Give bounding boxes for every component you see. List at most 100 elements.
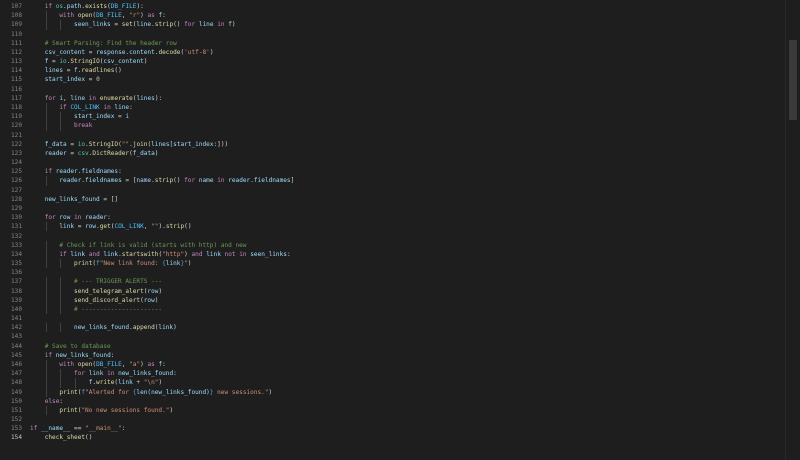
code-line[interactable]: f = io.StringIO(csv_content) — [30, 57, 784, 66]
line-number: 152 — [10, 416, 22, 424]
indent-guide — [45, 295, 47, 305]
code-line[interactable]: with open(DB_FILE, "r") as f: — [30, 11, 784, 20]
code-line[interactable]: link = row.get(COL_LINK, "").strip() — [30, 222, 784, 231]
code-line[interactable]: new_links_found.append(link) — [30, 323, 784, 332]
line-number: 132 — [10, 232, 22, 240]
code-line[interactable]: reader = csv.DictReader(f_data) — [30, 149, 784, 158]
code-line[interactable]: if COL_LINK in line: — [30, 103, 784, 112]
code-line[interactable]: for link in new_links_found: — [30, 369, 784, 378]
line-number: 123 — [10, 149, 22, 157]
code-line[interactable]: for row in reader: — [30, 213, 784, 222]
indent-guide — [45, 240, 47, 250]
line-number: 149 — [10, 388, 22, 396]
code-line[interactable]: check_sheet() — [30, 433, 784, 442]
code-line[interactable]: print(f"Alerted for {len(new_links_found… — [30, 388, 784, 397]
code-line[interactable]: with open(DB_FILE, "a") as f: — [30, 360, 784, 369]
line-number: 145 — [10, 351, 22, 359]
indent-guide — [60, 259, 62, 269]
code-line[interactable]: reader.fieldnames = [name.strip() for na… — [30, 176, 784, 185]
indent-guide — [45, 277, 47, 287]
line-number: 148 — [10, 379, 22, 387]
vertical-scrollbar[interactable] — [785, 0, 800, 460]
line-number: 113 — [10, 58, 22, 66]
line-number: 119 — [10, 113, 22, 121]
indent-guide — [60, 295, 62, 305]
code-line[interactable] — [30, 30, 784, 39]
code-line[interactable] — [30, 268, 784, 277]
line-number: 146 — [10, 361, 22, 369]
code-line[interactable]: # Smart Parsing: Find the header row — [30, 39, 784, 48]
indent-guide — [60, 304, 62, 315]
line-number: 109 — [10, 21, 22, 29]
code-area[interactable]: if os.path.exists(DB_FILE): with open(DB… — [30, 0, 784, 460]
line-number: 114 — [10, 67, 22, 75]
code-line[interactable]: f.write(link + "\n") — [30, 378, 784, 387]
code-line[interactable]: if os.path.exists(DB_FILE): — [30, 2, 784, 11]
code-line[interactable] — [30, 332, 784, 341]
indent-guide — [60, 121, 62, 131]
line-number: 129 — [10, 204, 22, 212]
code-line[interactable] — [30, 158, 784, 167]
code-line[interactable] — [30, 314, 784, 323]
line-number: 138 — [10, 287, 22, 295]
indent-guide — [45, 378, 47, 388]
line-number: 107 — [10, 3, 22, 10]
line-number: 124 — [10, 159, 22, 167]
code-line[interactable]: break — [30, 121, 784, 130]
line-number: 121 — [10, 131, 22, 139]
indent-guide — [45, 222, 47, 232]
line-number: 134 — [10, 250, 22, 258]
line-number: 117 — [10, 94, 22, 102]
code-line[interactable]: send_discord_alert(row) — [30, 296, 784, 305]
line-number: 151 — [10, 406, 22, 414]
line-number: 154 — [10, 434, 22, 442]
code-line[interactable]: start_index = i — [30, 112, 784, 121]
code-line[interactable]: new_links_found = [] — [30, 195, 784, 204]
code-line[interactable]: if new_links_found: — [30, 351, 784, 360]
indent-guide — [60, 20, 62, 30]
code-line[interactable]: # --- TRIGGER ALERTS --- — [30, 277, 784, 286]
code-line[interactable]: f_data = io.StringIO("".join(lines[start… — [30, 140, 784, 149]
code-line[interactable]: lines = f.readlines() — [30, 66, 784, 75]
code-line[interactable]: start_index = 0 — [30, 75, 784, 84]
code-line[interactable] — [30, 186, 784, 195]
line-number: 131 — [10, 223, 22, 231]
code-editor[interactable]: 107 108 109 110 111 112 113 114 115 116 117 118 119 1… — [0, 0, 800, 460]
indent-guide — [60, 112, 62, 122]
line-number: 137 — [10, 278, 22, 286]
code-line[interactable]: for i, line in enumerate(lines): — [30, 94, 784, 103]
code-line[interactable]: csv_content = response.content.decode('u… — [30, 48, 784, 57]
code-line[interactable] — [30, 85, 784, 94]
line-number: 120 — [10, 122, 22, 130]
indent-guide — [45, 20, 47, 30]
line-number: 147 — [10, 370, 22, 378]
code-line[interactable]: # ---------------------- — [30, 305, 784, 314]
code-line[interactable] — [30, 204, 784, 213]
code-line[interactable] — [30, 131, 784, 140]
code-line[interactable]: seen_links = set(line.strip() for line i… — [30, 20, 784, 29]
code-line[interactable]: if link and link.startswith("http") and … — [30, 250, 784, 259]
line-number: 139 — [10, 296, 22, 304]
code-line[interactable] — [30, 415, 784, 424]
code-line[interactable]: send_telegram_alert(row) — [30, 287, 784, 296]
line-number: 127 — [10, 186, 22, 194]
code-line[interactable] — [30, 232, 784, 241]
code-line[interactable]: print(f"New link found: {link}") — [30, 259, 784, 268]
indent-guide — [45, 405, 47, 416]
line-number: 126 — [10, 177, 22, 185]
code-line[interactable]: # Save to database — [30, 342, 784, 351]
code-line[interactable]: if reader.fieldnames: — [30, 167, 784, 176]
code-line[interactable]: # Check if link is valid (starts with ht… — [30, 241, 784, 250]
line-number: 141 — [10, 315, 22, 323]
line-number: 112 — [10, 48, 22, 56]
indent-guide — [60, 286, 62, 296]
code-line[interactable]: else: — [30, 397, 784, 406]
line-number: 116 — [10, 85, 22, 93]
code-line[interactable]: print("No new sessions found.") — [30, 406, 784, 415]
line-number: 150 — [10, 397, 22, 405]
code-line[interactable]: if __name__ == "__main__": — [30, 424, 784, 433]
line-number: 118 — [10, 103, 22, 111]
indent-guide — [45, 176, 47, 186]
scrollbar-thumb[interactable] — [789, 40, 797, 120]
indent-guide — [45, 286, 47, 296]
